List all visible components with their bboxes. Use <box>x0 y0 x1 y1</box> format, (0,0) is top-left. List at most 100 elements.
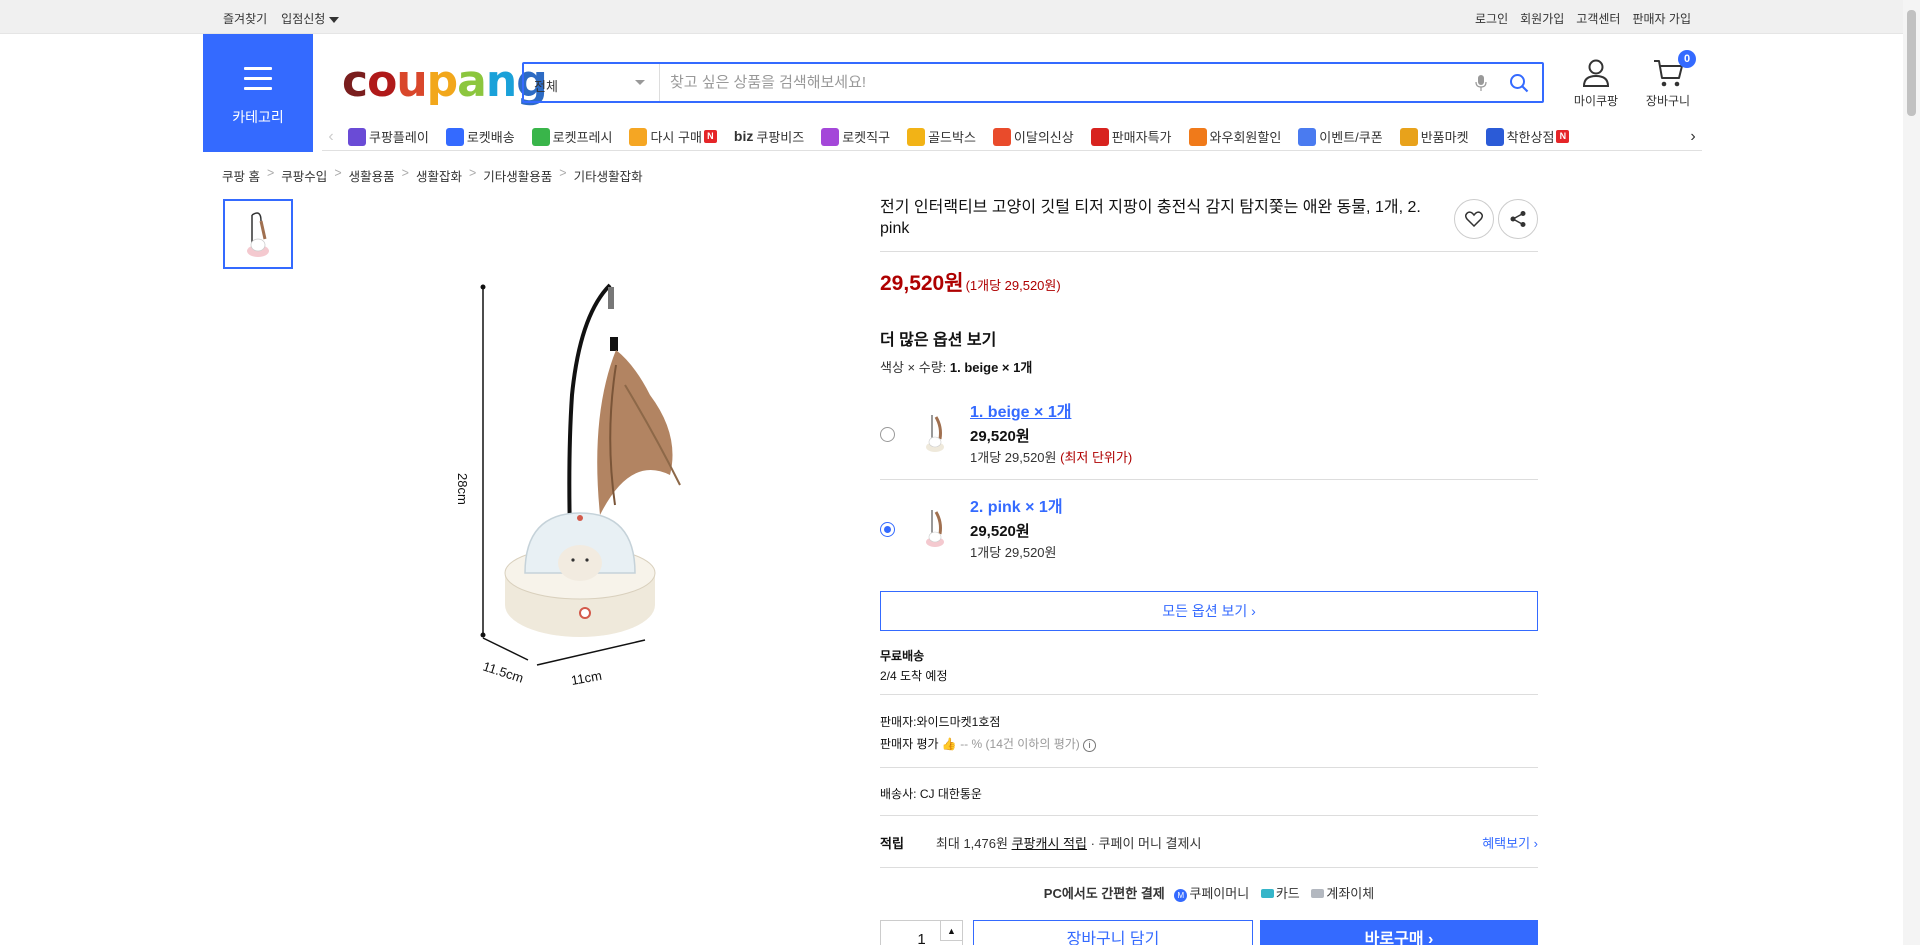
header-icons: 마이쿠팡 장바구니 0 <box>1560 50 1704 109</box>
buy-now-button[interactable]: 바로구매 › <box>1260 920 1538 945</box>
breadcrumb-link[interactable]: 기타생활잡화 <box>574 166 643 185</box>
share-icon <box>1510 211 1526 227</box>
search-bar: 전체 <box>522 62 1544 103</box>
nav-item-0[interactable]: 쿠팡플레이 <box>348 127 429 146</box>
chevron-down-icon <box>635 80 645 85</box>
carrier-name: CJ 대한통운 <box>919 787 982 801</box>
divider <box>880 694 1538 695</box>
cart-count-badge: 0 <box>1678 50 1696 68</box>
nav-item-6[interactable]: 골드박스 <box>907 127 976 146</box>
customer-center-link[interactable]: 고객센터 <box>1576 10 1620 27</box>
option-item[interactable]: 2. pink × 1개 29,520원 1개당 29,520원 <box>880 490 1538 584</box>
cart-button[interactable]: 장바구니 0 <box>1632 50 1704 109</box>
search-category-select[interactable]: 전체 <box>524 64 660 101</box>
nav-item-1[interactable]: 로켓배송 <box>445 127 515 146</box>
divider <box>880 251 1538 252</box>
rebuy-icon <box>629 127 648 146</box>
nav-item-3[interactable]: 다시 구매 N <box>629 127 717 146</box>
option-thumbnail <box>916 405 954 457</box>
nav-item-label: 골드박스 <box>928 130 976 145</box>
breadcrumb-link[interactable]: 생활잡화 <box>416 166 462 185</box>
nav-item-12[interactable]: 착한상점 N <box>1485 127 1570 146</box>
nav-item-label: 이달의신상 <box>1013 130 1074 145</box>
divider <box>880 815 1538 816</box>
coupang-logo[interactable]: coupang <box>342 56 548 107</box>
quantity-value[interactable]: 1 <box>917 931 925 945</box>
nav-next-arrow[interactable]: › <box>1684 128 1702 146</box>
search-input[interactable] <box>660 64 1466 101</box>
nav-item-label: 쿠팡비즈 <box>756 130 805 145</box>
nav-item-5[interactable]: 로켓직구 <box>821 127 890 146</box>
product-thumbnail[interactable] <box>223 199 293 269</box>
rocket-icon <box>445 127 464 146</box>
divider <box>880 479 1538 480</box>
seller-info: 판매자:와이드마켓1호점 판매자 평가 👍 -- % (14건 이하의 평가) … <box>880 711 1097 755</box>
nav-item-10[interactable]: 이벤트/쿠폰 <box>1298 127 1383 146</box>
option-unit-price: 1개당 29,520원 <box>970 545 1057 560</box>
nav-item-label: 로켓프레시 <box>552 130 613 145</box>
width-label: 11cm <box>570 668 603 688</box>
nav-item-4[interactable]: biz 쿠팡비즈 <box>734 127 804 146</box>
option-item[interactable]: 1. beige × 1개 29,520원 1개당 29,520원 (최저 단위… <box>880 395 1538 489</box>
new-icon <box>992 127 1011 146</box>
nav-item-2[interactable]: 로켓프레시 <box>531 127 613 146</box>
scrollbar-thumb[interactable] <box>1907 10 1916 116</box>
breadcrumb-link[interactable]: 쿠팡수입 <box>281 166 327 185</box>
unit-price: (1개당 29,520원) <box>965 278 1061 293</box>
card-icon <box>1260 889 1274 898</box>
bookmark-link[interactable]: 즐겨찾기 <box>223 10 267 27</box>
option-name[interactable]: 1. beige × 1개 <box>970 398 1071 422</box>
wow-icon <box>1188 127 1207 146</box>
nav-item-7[interactable]: 이달의신상 <box>992 127 1074 146</box>
shipping-title: 무료배송 <box>880 649 925 663</box>
nav-item-11[interactable]: 반품마켓 <box>1399 127 1469 146</box>
global-icon <box>821 127 840 146</box>
seller-name[interactable]: 와이드마켓1호점 <box>916 715 1000 729</box>
add-to-cart-button[interactable]: 장바구니 담기 <box>973 920 1253 945</box>
breadcrumb-link[interactable]: 쿠팡 홈 <box>222 166 260 185</box>
service-nav: ‹ 쿠팡플레이 로켓배송 로켓프레시 다시 구매 N biz 쿠팡비즈 로켓직구 골드박스 이달의… <box>322 123 1702 151</box>
quantity-stepper[interactable]: 1 ▲ <box>880 920 963 945</box>
goldbox-icon <box>907 127 926 146</box>
info-icon[interactable]: i <box>1083 739 1097 752</box>
signup-link[interactable]: 회원가입 <box>1520 10 1564 27</box>
seller-signup-link[interactable]: 판매자 가입 <box>1632 10 1691 27</box>
page: 즐겨찾기 입점신청 로그인 회원가입 고객센터 판매자 가입 카테고리 coup… <box>0 0 1920 945</box>
user-icon <box>1582 59 1610 87</box>
coupang-cash-link[interactable]: 쿠팡캐시 적립 <box>1012 836 1087 851</box>
option-radio[interactable] <box>880 427 895 442</box>
new-badge: N <box>703 130 717 143</box>
search-button[interactable] <box>1496 64 1542 101</box>
microphone-icon[interactable] <box>1466 64 1496 101</box>
option-name[interactable]: 2. pink × 1개 <box>970 493 1063 517</box>
top-utility-bar: 즐겨찾기 입점신청 로그인 회원가입 고객센터 판매자 가입 <box>0 0 1920 34</box>
shipping-info: 무료배송 2/4 도착 예정 <box>880 647 948 684</box>
biz-icon: biz <box>733 127 754 144</box>
nav-item-9[interactable]: 와우회원할인 <box>1188 127 1281 146</box>
category-button[interactable]: 카테고리 <box>203 34 313 152</box>
nav-item-label: 로켓직구 <box>842 130 891 145</box>
heart-icon <box>1465 211 1483 227</box>
option-radio-selected[interactable] <box>880 522 895 537</box>
page-scrollbar[interactable] <box>1903 0 1920 945</box>
login-link[interactable]: 로그인 <box>1475 10 1508 27</box>
reward-label: 적립 <box>880 836 904 851</box>
benefit-link[interactable]: 혜택보기 › <box>1482 833 1538 852</box>
store-apply-label: 입점신청 <box>281 12 326 26</box>
share-button[interactable] <box>1498 199 1538 239</box>
mypage-button[interactable]: 마이쿠팡 <box>1560 58 1632 109</box>
breadcrumb-link[interactable]: 생활용품 <box>349 166 395 185</box>
quantity-up-button[interactable]: ▲ <box>940 921 962 941</box>
delivery-eta: 2/4 도착 예정 <box>880 669 948 683</box>
search-category-value: 전체 <box>534 79 558 94</box>
coupay-money-icon: M <box>1174 889 1188 902</box>
breadcrumb-link[interactable]: 기타생활용품 <box>483 166 552 185</box>
all-options-button[interactable]: 모든 옵션 보기 › <box>880 591 1538 631</box>
nav-item-label: 쿠팡플레이 <box>369 130 429 145</box>
store-apply-menu[interactable]: 입점신청 <box>281 10 340 27</box>
nav-prev-arrow[interactable]: ‹ <box>322 128 340 146</box>
product-main-image: 28cm 11.5cm 11cm <box>440 255 780 700</box>
nav-item-8[interactable]: 판매자특가 <box>1090 127 1172 146</box>
nav-item-label: 판매자특가 <box>1111 130 1172 145</box>
wishlist-button[interactable] <box>1454 199 1494 239</box>
